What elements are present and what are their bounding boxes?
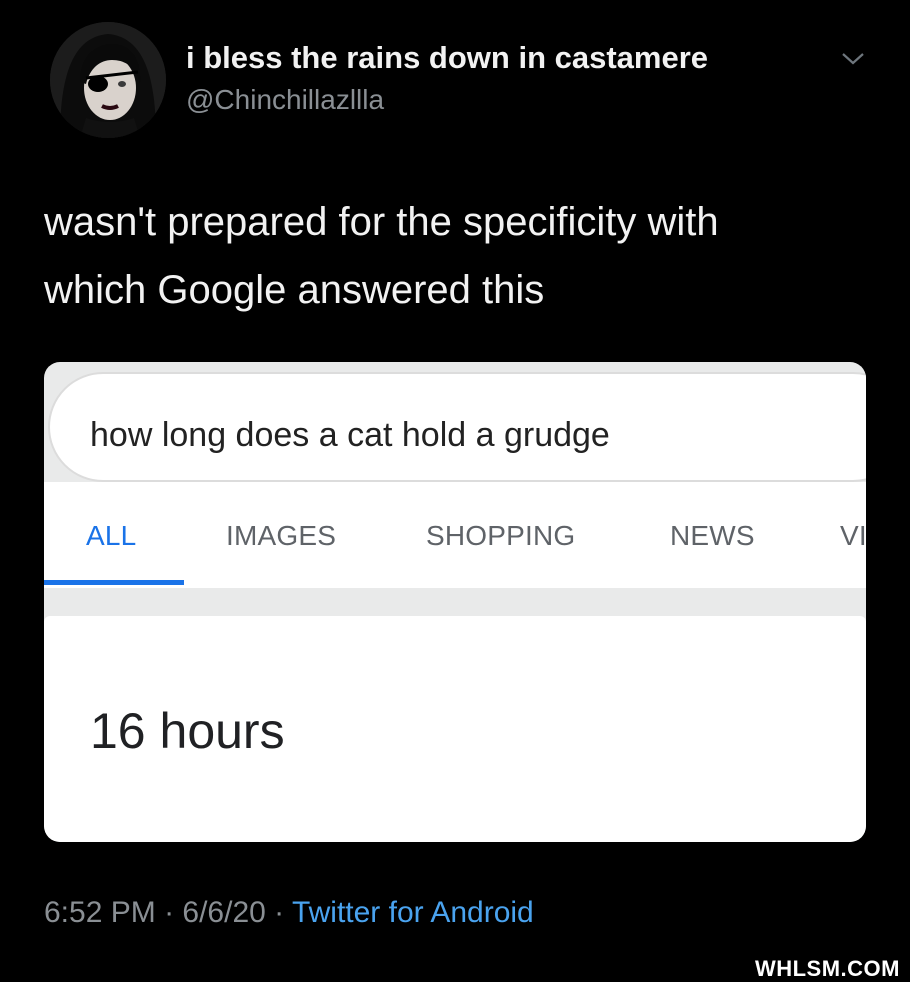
tab-news: NEWS xyxy=(670,520,755,551)
avatar[interactable] xyxy=(50,22,166,138)
tab-all: ALL xyxy=(86,520,137,551)
tweet-time[interactable]: 6:52 PM xyxy=(44,896,156,929)
search-query: how long does a cat hold a grudge xyxy=(90,416,610,454)
tweet-date[interactable]: 6/6/20 xyxy=(182,896,265,929)
tweet-text-line: which Google answered this xyxy=(44,268,545,312)
active-tab-indicator xyxy=(44,580,184,585)
search-tabs: ALL IMAGES SHOPPING NEWS VI xyxy=(44,482,866,588)
tab-videos-partial: VI xyxy=(840,520,866,551)
tweet-text-line: wasn't prepared for the specificity with xyxy=(44,200,719,244)
tweet-meta: 6:52 PM · 6/6/20 · Twitter for Android xyxy=(44,896,534,930)
answer-text: 16 hours xyxy=(90,703,285,759)
display-name[interactable]: i bless the rains down in castamere xyxy=(186,40,708,76)
tab-images: IMAGES xyxy=(226,520,337,551)
tab-shopping: SHOPPING xyxy=(426,520,576,551)
search-box: how long does a cat hold a grudge xyxy=(48,372,866,482)
chevron-down-icon[interactable] xyxy=(840,50,866,68)
tweet-source-link[interactable]: Twitter for Android xyxy=(292,896,534,929)
embedded-search-screenshot[interactable]: how long does a cat hold a grudge ALL IM… xyxy=(44,362,866,842)
meta-separator: · xyxy=(265,896,292,929)
user-handle[interactable]: @Chinchillazllla xyxy=(186,84,384,116)
answer-box: 16 hours xyxy=(44,616,866,842)
watermark: WHLSM.COM xyxy=(754,956,900,981)
tweet-text: wasn't prepared for the specificity with… xyxy=(44,188,884,324)
meta-separator: · xyxy=(155,896,183,929)
avatar-image xyxy=(50,22,166,138)
